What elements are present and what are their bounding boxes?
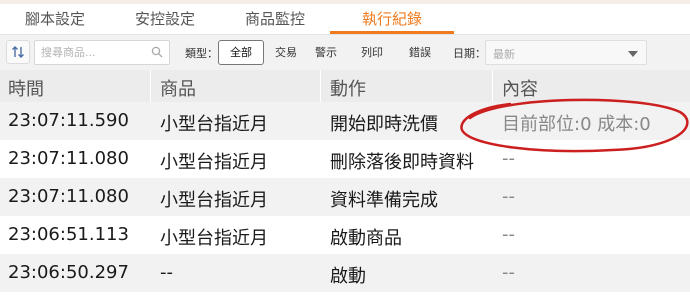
column-divider bbox=[492, 70, 493, 102]
column-header-action[interactable]: 動作 bbox=[330, 75, 366, 101]
search-input[interactable] bbox=[35, 41, 143, 64]
column-divider bbox=[150, 70, 151, 102]
filter-trade[interactable]: 交易 bbox=[268, 40, 304, 65]
cell-action: 啟動 bbox=[330, 266, 366, 287]
column-header-product[interactable]: 商品 bbox=[160, 75, 196, 101]
filter-toolbar: 類型： 全部 交易 警示 列印 錯誤 日期： 最新 bbox=[0, 34, 690, 70]
cell-product: -- bbox=[160, 262, 173, 283]
type-label: 類型： bbox=[185, 47, 218, 60]
cell-product: 小型台指近月 bbox=[160, 152, 268, 173]
column-divider bbox=[320, 70, 321, 102]
cell-action: 刪除落後即時資料 bbox=[330, 152, 474, 173]
filter-alert[interactable]: 警示 bbox=[308, 40, 344, 65]
date-select-value: 最新 bbox=[493, 48, 515, 61]
tab-risk-settings[interactable]: 安控設定 bbox=[110, 4, 220, 34]
cell-content: -- bbox=[502, 262, 515, 283]
cell-product: 小型台指近月 bbox=[160, 190, 268, 211]
filter-all[interactable]: 全部 bbox=[218, 40, 264, 65]
column-header-content[interactable]: 內容 bbox=[502, 75, 538, 101]
cell-content: -- bbox=[502, 148, 515, 169]
sort-arrows-icon bbox=[12, 46, 24, 58]
cell-product: 小型台指近月 bbox=[160, 114, 268, 135]
search-box bbox=[34, 40, 170, 65]
sort-button[interactable] bbox=[6, 40, 30, 64]
cell-action: 啟動商品 bbox=[330, 228, 402, 249]
date-label: 日期： bbox=[453, 47, 486, 60]
cell-product: 小型台指近月 bbox=[160, 228, 268, 249]
tab-script-settings[interactable]: 腳本設定 bbox=[0, 4, 110, 34]
cell-action: 開始即時洗價 bbox=[330, 114, 438, 135]
filter-print[interactable]: 列印 bbox=[354, 40, 390, 65]
column-header-time[interactable]: 時間 bbox=[8, 75, 44, 101]
cell-time: 23:07:11.080 bbox=[8, 148, 129, 169]
tab-bar: 腳本設定 安控設定 商品監控 執行紀錄 bbox=[0, 4, 690, 34]
cell-time: 23:07:11.080 bbox=[8, 186, 129, 207]
cell-content: 目前部位:0 成本:0 bbox=[502, 114, 651, 135]
filter-error[interactable]: 錯誤 bbox=[402, 40, 438, 65]
table-header: 時間 商品 動作 內容 bbox=[0, 70, 690, 102]
search-icon[interactable] bbox=[151, 46, 163, 58]
cell-time: 23:07:11.590 bbox=[8, 110, 129, 131]
cell-action: 資料準備完成 bbox=[330, 190, 438, 211]
tab-product-monitor[interactable]: 商品監控 bbox=[220, 4, 330, 34]
cell-content: -- bbox=[502, 186, 515, 207]
table-row[interactable]: 23:06:50.297 -- 啟動 -- bbox=[0, 254, 690, 292]
table-row[interactable]: 23:07:11.080 小型台指近月 刪除落後即時資料 -- bbox=[0, 140, 690, 178]
table-row[interactable]: 23:07:11.080 小型台指近月 資料準備完成 -- bbox=[0, 178, 690, 216]
cell-time: 23:06:50.297 bbox=[8, 262, 129, 283]
cell-content: -- bbox=[502, 224, 515, 245]
cell-time: 23:06:51.113 bbox=[8, 224, 129, 245]
chevron-down-icon bbox=[628, 51, 638, 57]
date-select[interactable]: 最新 bbox=[485, 40, 647, 65]
table-row[interactable]: 23:06:51.113 小型台指近月 啟動商品 -- bbox=[0, 216, 690, 254]
tab-execution-log[interactable]: 執行紀錄 bbox=[330, 4, 454, 34]
table-row[interactable]: 23:07:11.590 小型台指近月 開始即時洗價 目前部位:0 成本:0 bbox=[0, 102, 690, 140]
